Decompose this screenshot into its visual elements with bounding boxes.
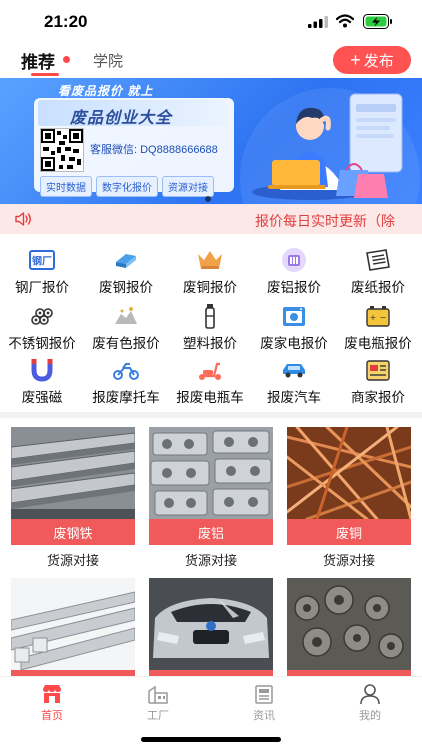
category-scrap-steel[interactable]: 废钢报价 bbox=[84, 246, 168, 300]
copper-wire-photo bbox=[287, 427, 411, 519]
e-scooter-icon bbox=[199, 362, 221, 380]
category-scrap-paper[interactable]: 废纸报价 bbox=[336, 246, 420, 300]
news-icon bbox=[255, 685, 273, 704]
profile-icon bbox=[360, 684, 380, 705]
steel-beam-icon bbox=[116, 254, 136, 268]
speaker-icon bbox=[15, 212, 31, 226]
magnet-icon bbox=[31, 359, 53, 382]
nav-news[interactable]: 资讯 bbox=[234, 681, 294, 722]
category-steel-mill[interactable]: 钢厂 钢厂报价 bbox=[0, 246, 84, 300]
category-appliance[interactable]: 废家电报价 bbox=[252, 302, 336, 356]
plastic-bottle-icon bbox=[205, 304, 215, 329]
tab-recommend[interactable]: 推荐 bbox=[21, 48, 55, 73]
scrap-car-photo bbox=[149, 578, 273, 670]
product-tag: 废铜 bbox=[287, 519, 411, 545]
motorcycle-icon bbox=[113, 363, 139, 380]
nav-label: 资讯 bbox=[253, 710, 275, 722]
section-divider bbox=[0, 412, 422, 418]
pager-dot bbox=[205, 196, 211, 202]
home-store-icon bbox=[43, 685, 61, 703]
merchant-quote-icon bbox=[366, 360, 390, 381]
appliance-icon bbox=[283, 307, 305, 326]
banner-tag: 资源对接 bbox=[162, 176, 214, 197]
paper-icon bbox=[366, 249, 390, 271]
banner-contact: 客服微信: DQ8888666688 bbox=[90, 144, 218, 156]
category-e-scooter[interactable]: 报废电瓶车 bbox=[168, 356, 252, 410]
plus-icon: + bbox=[350, 50, 361, 70]
top-bar: 推荐 学院 + 发布 bbox=[0, 44, 422, 78]
banner-pager[interactable] bbox=[205, 196, 211, 202]
battery-charging-icon bbox=[363, 14, 392, 29]
cellular-signal-icon bbox=[308, 16, 328, 28]
product-caption: 货源对接 bbox=[46, 553, 99, 568]
category-motorcycle[interactable]: 报废摩托车 bbox=[84, 356, 168, 410]
tab-academy[interactable]: 学院 bbox=[93, 50, 123, 71]
nav-label: 工厂 bbox=[147, 710, 169, 722]
wifi-icon bbox=[336, 14, 354, 28]
notice-bar[interactable]: 报价每日实时更新（除 bbox=[0, 204, 422, 234]
promo-banner[interactable]: 看废品报价 就上 废品创业大全 客服微信: DQ8888666688 实时数据 … bbox=[0, 78, 422, 204]
nonferrous-pile-icon bbox=[115, 307, 137, 324]
car-icon bbox=[283, 364, 305, 378]
publish-label: 发布 bbox=[363, 52, 394, 70]
status-bar: 21:20 bbox=[0, 0, 422, 44]
nav-label: 首页 bbox=[41, 710, 63, 722]
category-label: 废纸报价 bbox=[351, 280, 405, 295]
scrap-parts-photo bbox=[287, 578, 411, 670]
banner-top-text: 看废品报价 就上 bbox=[58, 84, 154, 98]
category-battery[interactable]: + − 废电瓶报价 bbox=[336, 302, 420, 356]
nav-factory[interactable]: 工厂 bbox=[128, 681, 188, 722]
category-stainless[interactable]: 不锈钢报价 bbox=[0, 302, 84, 356]
aluminum-icon bbox=[282, 248, 306, 272]
category-magnet[interactable]: 废强磁 bbox=[0, 356, 84, 410]
category-label: 废电瓶报价 bbox=[344, 336, 412, 351]
tab-recommend-dot bbox=[63, 56, 70, 63]
steel-mill-icon: 钢厂 bbox=[29, 250, 55, 270]
category-merchant[interactable]: 商家报价 bbox=[336, 356, 420, 410]
svg-text:钢厂: 钢厂 bbox=[32, 255, 52, 268]
qr-code-icon bbox=[40, 128, 84, 172]
banner-title: 废品创业大全 bbox=[70, 110, 173, 127]
aluminum-tubes-photo bbox=[11, 578, 135, 670]
category-scrap-copper[interactable]: 废铜报价 bbox=[168, 246, 252, 300]
stainless-pipes-icon bbox=[31, 308, 53, 325]
steel-channel-photo bbox=[11, 427, 135, 519]
nav-label: 我的 bbox=[359, 710, 381, 722]
banner-tags: 实时数据 数字化报价 资源对接 bbox=[40, 176, 214, 197]
category-nonferrous[interactable]: 废有色报价 bbox=[84, 302, 168, 356]
banner-tag: 数字化报价 bbox=[96, 176, 158, 197]
category-scrap-aluminum[interactable]: 废铝报价 bbox=[252, 246, 336, 300]
tab-active-underline bbox=[31, 73, 59, 76]
product-caption: 货源对接 bbox=[322, 553, 375, 568]
svg-text:+: + bbox=[370, 313, 377, 322]
category-label: 商家报价 bbox=[351, 390, 405, 405]
notice-text: 报价每日实时更新（除 bbox=[255, 213, 395, 229]
category-car[interactable]: 报废汽车 bbox=[252, 356, 336, 410]
banner-tag: 实时数据 bbox=[40, 176, 92, 197]
product-caption: 货源对接 bbox=[184, 553, 237, 568]
svg-text:−: − bbox=[380, 313, 387, 322]
nav-profile[interactable]: 我的 bbox=[340, 681, 400, 722]
product-tag: 废钢铁 bbox=[11, 519, 135, 545]
factory-icon bbox=[148, 685, 168, 704]
status-time: 21:20 bbox=[44, 12, 88, 31]
home-indicator[interactable] bbox=[141, 737, 281, 742]
category-plastic[interactable]: 塑料报价 bbox=[168, 302, 252, 356]
product-tag: 废铝 bbox=[149, 519, 273, 545]
copper-icon bbox=[198, 251, 222, 269]
person-laptop-illustration bbox=[252, 93, 403, 200]
publish-button[interactable]: + 发布 bbox=[333, 46, 411, 74]
aluminum-blocks-photo bbox=[149, 427, 273, 519]
nav-home[interactable]: 首页 bbox=[22, 681, 82, 722]
battery-icon: + − bbox=[366, 306, 390, 327]
